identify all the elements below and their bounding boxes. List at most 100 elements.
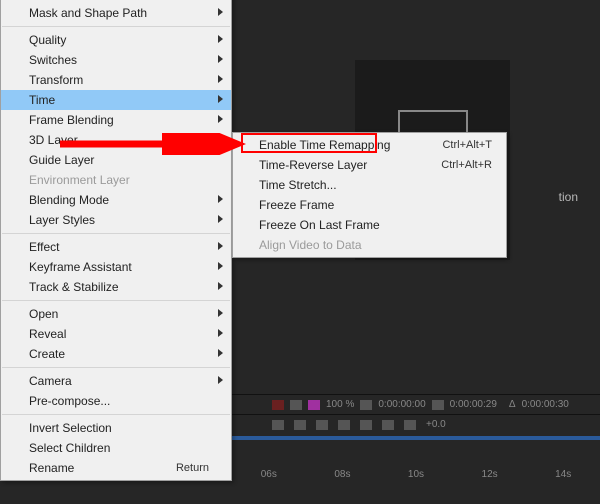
timeline-ruler[interactable]: 06s 08s 10s 12s 14s [232,464,600,484]
menu-item-label: Camera [29,374,72,388]
menu-item-label: Select Children [29,441,110,455]
tool-icon[interactable] [290,400,302,410]
ruler-tick: 14s [555,469,571,480]
menu-item-label: Transform [29,73,83,87]
time-end[interactable]: 0:00:00:29 [450,399,497,410]
menu-item-label: Track & Stabilize [29,280,119,294]
submenu-item-label: Time Stretch... [259,178,337,192]
menu-item-label: Guide Layer [29,153,94,167]
menu-item-layer-styles[interactable]: Layer Styles [1,210,231,230]
submenu-item-shortcut: Ctrl+Alt+T [442,139,492,151]
menu-item-label: Switches [29,53,77,67]
menu-item-create[interactable]: Create [1,344,231,364]
submenu-arrow-icon [218,262,223,270]
tool-icon[interactable] [382,420,394,430]
timeline-toolbar-1: 100 % 0:00:00:00 0:00:00:29 Δ 0:00:00:30 [232,394,600,414]
ruler-tick: 06s [261,469,277,480]
menu-item-quality[interactable]: Quality [1,30,231,50]
timeline-panel: 100 % 0:00:00:00 0:00:00:29 Δ 0:00:00:30… [232,394,600,504]
menu-item-track-stabilize[interactable]: Track & Stabilize [1,277,231,297]
submenu-arrow-icon [218,95,223,103]
submenu-item-label: Align Video to Data [259,238,362,252]
menu-item-rename[interactable]: RenameReturn [1,458,231,478]
menu-item-label: Layer Styles [29,213,95,227]
context-menu[interactable]: MaskMask and Shape PathQualitySwitchesTr… [0,0,232,481]
menu-item-keyframe-assistant[interactable]: Keyframe Assistant [1,257,231,277]
time-delta[interactable]: 0:00:00:30 [522,399,569,410]
menu-item-label: Mask and Shape Path [29,6,147,20]
timeline-toolbar-2: +0.0 [232,414,600,434]
menu-item-switches[interactable]: Switches [1,50,231,70]
menu-item-label: Keyframe Assistant [29,260,132,274]
submenu-arrow-icon [218,282,223,290]
menu-item-frame-blending[interactable]: Frame Blending [1,110,231,130]
submenu-item-freeze-frame[interactable]: Freeze Frame [233,195,506,215]
menu-item-camera[interactable]: Camera [1,371,231,391]
submenu-arrow-icon [218,75,223,83]
submenu-arrow-icon [218,8,223,16]
submenu-arrow-icon [218,115,223,123]
menu-item-label: Invert Selection [29,421,112,435]
menu-item-select-children[interactable]: Select Children [1,438,231,458]
menu-item-label: Quality [29,33,66,47]
swatch-icon[interactable] [272,400,284,410]
zoom-value[interactable]: 100 % [326,399,354,410]
menu-item-label: Reveal [29,327,66,341]
tool-icon[interactable] [338,420,350,430]
menu-item-effect[interactable]: Effect [1,237,231,257]
menu-separator [2,367,230,368]
time-submenu[interactable]: Enable Time Remapping Ctrl+Alt+T Time-Reve… [232,132,507,258]
menu-item-label: Frame Blending [29,113,114,127]
submenu-item-freeze-on-last-frame[interactable]: Freeze On Last Frame [233,215,506,235]
time-start[interactable]: 0:00:00:00 [378,399,425,410]
menu-item-transform[interactable]: Transform [1,70,231,90]
menu-item-label: 3D Layer [29,133,78,147]
tool-icon[interactable] [272,420,284,430]
menu-item-shortcut: Return [176,462,209,474]
menu-separator [2,414,230,415]
menu-item-label: Open [29,307,58,321]
offset-value[interactable]: +0.0 [426,419,446,430]
tool-icon[interactable] [432,400,444,410]
gear-icon[interactable] [404,420,416,430]
menu-item-invert-selection[interactable]: Invert Selection [1,418,231,438]
menu-item-guide-layer[interactable]: Guide Layer [1,150,231,170]
submenu-arrow-icon [218,55,223,63]
menu-item-pre-compose-[interactable]: Pre-compose... [1,391,231,411]
menu-item-label: Create [29,347,65,361]
ruler-tick: 08s [334,469,350,480]
submenu-item-label: Freeze Frame [259,198,334,212]
swatch-icon[interactable] [308,400,320,410]
submenu-arrow-icon [218,215,223,223]
submenu-item-time-reverse-layer[interactable]: Time-Reverse LayerCtrl+Alt+R [233,155,506,175]
menu-item-mask-and-shape-path[interactable]: Mask and Shape Path [1,3,231,23]
menu-item-reveal[interactable]: Reveal [1,324,231,344]
menu-item-open[interactable]: Open [1,304,231,324]
submenu-arrow-icon [218,349,223,357]
menu-item-label: Environment Layer [29,173,130,187]
timeline-strip[interactable] [232,436,600,440]
menu-item-label: Time [29,93,55,107]
menu-separator [2,233,230,234]
submenu-item-enable-time-remapping[interactable]: Enable Time Remapping Ctrl+Alt+T [233,135,506,155]
menu-item-label: Pre-compose... [29,394,110,408]
submenu-item-align-video-to-data: Align Video to Data [233,235,506,255]
submenu-arrow-icon [218,195,223,203]
menu-item-time[interactable]: Time [1,90,231,110]
menu-separator [2,300,230,301]
menu-item-3d-layer[interactable]: 3D Layer [1,130,231,150]
ruler-tick: 12s [482,469,498,480]
submenu-item-label: Enable Time Remapping [259,138,390,152]
tool-icon[interactable] [360,400,372,410]
preview-label-fragment: tion [559,190,578,204]
menu-item-blending-mode[interactable]: Blending Mode [1,190,231,210]
tool-icon[interactable] [316,420,328,430]
submenu-item-label: Time-Reverse Layer [259,158,367,172]
submenu-arrow-icon [218,35,223,43]
menu-separator [2,26,230,27]
submenu-arrow-icon [218,329,223,337]
submenu-item-time-stretch-[interactable]: Time Stretch... [233,175,506,195]
submenu-arrow-icon [218,242,223,250]
camera-icon[interactable] [294,420,306,430]
tool-icon[interactable] [360,420,372,430]
